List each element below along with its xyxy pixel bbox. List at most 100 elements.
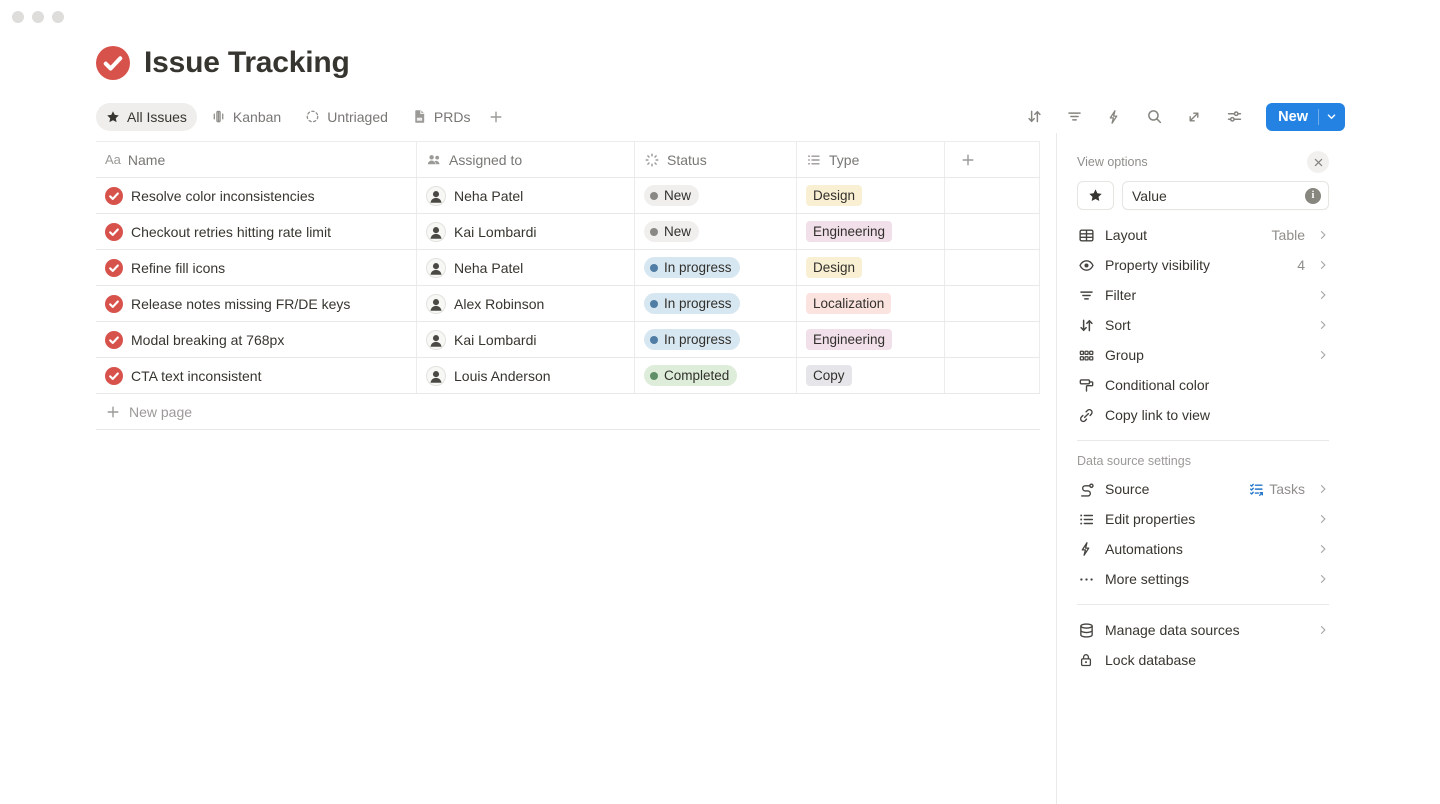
menu-item-source[interactable]: Source Tasks	[1077, 474, 1329, 504]
section-heading: Data source settings	[1077, 454, 1329, 468]
window-zoom-button[interactable]	[52, 11, 64, 23]
favorite-view-button[interactable]	[1077, 181, 1114, 210]
assignee-cell[interactable]: Kai Lombardi	[417, 322, 635, 357]
column-header-type[interactable]: Type	[797, 142, 945, 177]
menu-item-manage-data-sources[interactable]: Manage data sources	[1077, 615, 1329, 645]
empty-cell	[945, 178, 1040, 213]
sliders-icon	[1226, 108, 1243, 125]
window-minimize-button[interactable]	[32, 11, 44, 23]
view-settings-button[interactable]	[1220, 103, 1248, 131]
menu-item-property-visibility[interactable]: Property visibility 4	[1077, 250, 1329, 280]
close-panel-button[interactable]	[1307, 151, 1329, 173]
menu-item-layout[interactable]: Layout Table	[1077, 220, 1329, 250]
view-name-input[interactable]: Value i	[1122, 181, 1329, 210]
tab-untriaged[interactable]: Untriaged	[295, 103, 398, 131]
filter-button[interactable]	[1060, 103, 1088, 131]
chevron-right-icon	[1317, 229, 1329, 241]
new-page-label: New page	[129, 404, 192, 420]
new-page-row[interactable]: New page	[96, 394, 1040, 430]
issue-name-cell[interactable]: CTA text inconsistent	[96, 358, 417, 393]
avatar	[426, 258, 446, 278]
type-cell[interactable]: Copy	[797, 358, 945, 393]
status-dot	[650, 228, 658, 236]
status-dot	[650, 372, 658, 380]
info-icon[interactable]: i	[1305, 188, 1321, 204]
status-cell[interactable]: Completed	[635, 358, 797, 393]
assignee-cell[interactable]: Neha Patel	[417, 250, 635, 285]
assignee-name: Alex Robinson	[454, 296, 544, 312]
type-cell[interactable]: Localization	[797, 286, 945, 321]
view-tabs: All Issues Kanban Untriaged PRDs	[96, 103, 508, 131]
assignee-cell[interactable]: Alex Robinson	[417, 286, 635, 321]
tab-prds[interactable]: PRDs	[402, 103, 481, 131]
issue-name-cell[interactable]: Modal breaking at 768px	[96, 322, 417, 357]
status-cell[interactable]: New	[635, 214, 797, 249]
chevron-right-icon	[1317, 573, 1329, 585]
issue-name-cell[interactable]: Refine fill icons	[96, 250, 417, 285]
tab-label: PRDs	[434, 109, 471, 125]
status-badge: Completed	[644, 365, 737, 386]
expand-button[interactable]	[1180, 103, 1208, 131]
column-header-name[interactable]: Aa Name	[96, 142, 417, 177]
assignee-cell[interactable]: Neha Patel	[417, 178, 635, 213]
menu-item-more-settings[interactable]: More settings	[1077, 564, 1329, 594]
tab-kanban[interactable]: Kanban	[201, 103, 291, 131]
table-row: Checkout retries hitting rate limit Kai …	[96, 214, 1040, 250]
status-cell[interactable]: In progress	[635, 322, 797, 357]
view-options-panel: View options Value i Layout Table	[1056, 133, 1440, 804]
type-cell[interactable]: Engineering	[797, 322, 945, 357]
menu-item-conditional-color[interactable]: Conditional color	[1077, 370, 1329, 400]
status-cell[interactable]: New	[635, 178, 797, 213]
filter-lines-icon	[1077, 287, 1095, 304]
new-dropdown-button[interactable]	[1319, 111, 1345, 122]
status-badge: New	[644, 221, 699, 242]
column-header-assigned-to[interactable]: Assigned to	[417, 142, 635, 177]
search-button[interactable]	[1140, 103, 1168, 131]
list-icon	[806, 152, 822, 168]
board-icon	[211, 109, 226, 124]
issue-name-cell[interactable]: Resolve color inconsistencies	[96, 178, 417, 213]
menu-item-automations[interactable]: Automations	[1077, 534, 1329, 564]
lightning-icon	[1077, 541, 1095, 557]
table-layout-icon	[1077, 227, 1095, 244]
filter-lines-icon	[1066, 108, 1083, 125]
issue-name-cell[interactable]: Release notes missing FR/DE keys	[96, 286, 417, 321]
avatar	[426, 294, 446, 314]
lock-icon	[1077, 652, 1095, 668]
table-row: Resolve color inconsistencies Neha Patel…	[96, 178, 1040, 214]
page-check-icon[interactable]	[96, 46, 130, 80]
chevron-right-icon	[1317, 319, 1329, 331]
issue-name-cell[interactable]: Checkout retries hitting rate limit	[96, 214, 417, 249]
window-close-button[interactable]	[12, 11, 24, 23]
assignee-cell[interactable]: Kai Lombardi	[417, 214, 635, 249]
avatar	[426, 186, 446, 206]
automations-button[interactable]	[1100, 103, 1128, 131]
column-header-status[interactable]: Status	[635, 142, 797, 177]
chevron-down-icon	[1326, 111, 1337, 122]
empty-cell	[945, 286, 1040, 321]
text-property-icon: Aa	[105, 152, 121, 167]
sort-button[interactable]	[1020, 103, 1048, 131]
column-label: Name	[128, 152, 165, 168]
status-label: In progress	[664, 260, 732, 275]
menu-item-sort[interactable]: Sort	[1077, 310, 1329, 340]
empty-cell	[945, 358, 1040, 393]
assignee-cell[interactable]: Louis Anderson	[417, 358, 635, 393]
tab-all-issues[interactable]: All Issues	[96, 103, 197, 131]
menu-item-lock-database[interactable]: Lock database	[1077, 645, 1329, 675]
menu-item-edit-properties[interactable]: Edit properties	[1077, 504, 1329, 534]
status-badge: In progress	[644, 257, 740, 278]
menu-item-copy-link[interactable]: Copy link to view	[1077, 400, 1329, 430]
add-view-button[interactable]	[484, 109, 508, 125]
type-cell[interactable]: Design	[797, 250, 945, 285]
menu-item-group[interactable]: Group	[1077, 340, 1329, 370]
eye-icon	[1077, 257, 1095, 274]
type-cell[interactable]: Design	[797, 178, 945, 213]
type-cell[interactable]: Engineering	[797, 214, 945, 249]
column-label: Status	[667, 152, 707, 168]
menu-item-filter[interactable]: Filter	[1077, 280, 1329, 310]
status-cell[interactable]: In progress	[635, 286, 797, 321]
add-property-button[interactable]	[945, 142, 1040, 177]
status-cell[interactable]: In progress	[635, 250, 797, 285]
new-button[interactable]: New	[1266, 103, 1345, 131]
